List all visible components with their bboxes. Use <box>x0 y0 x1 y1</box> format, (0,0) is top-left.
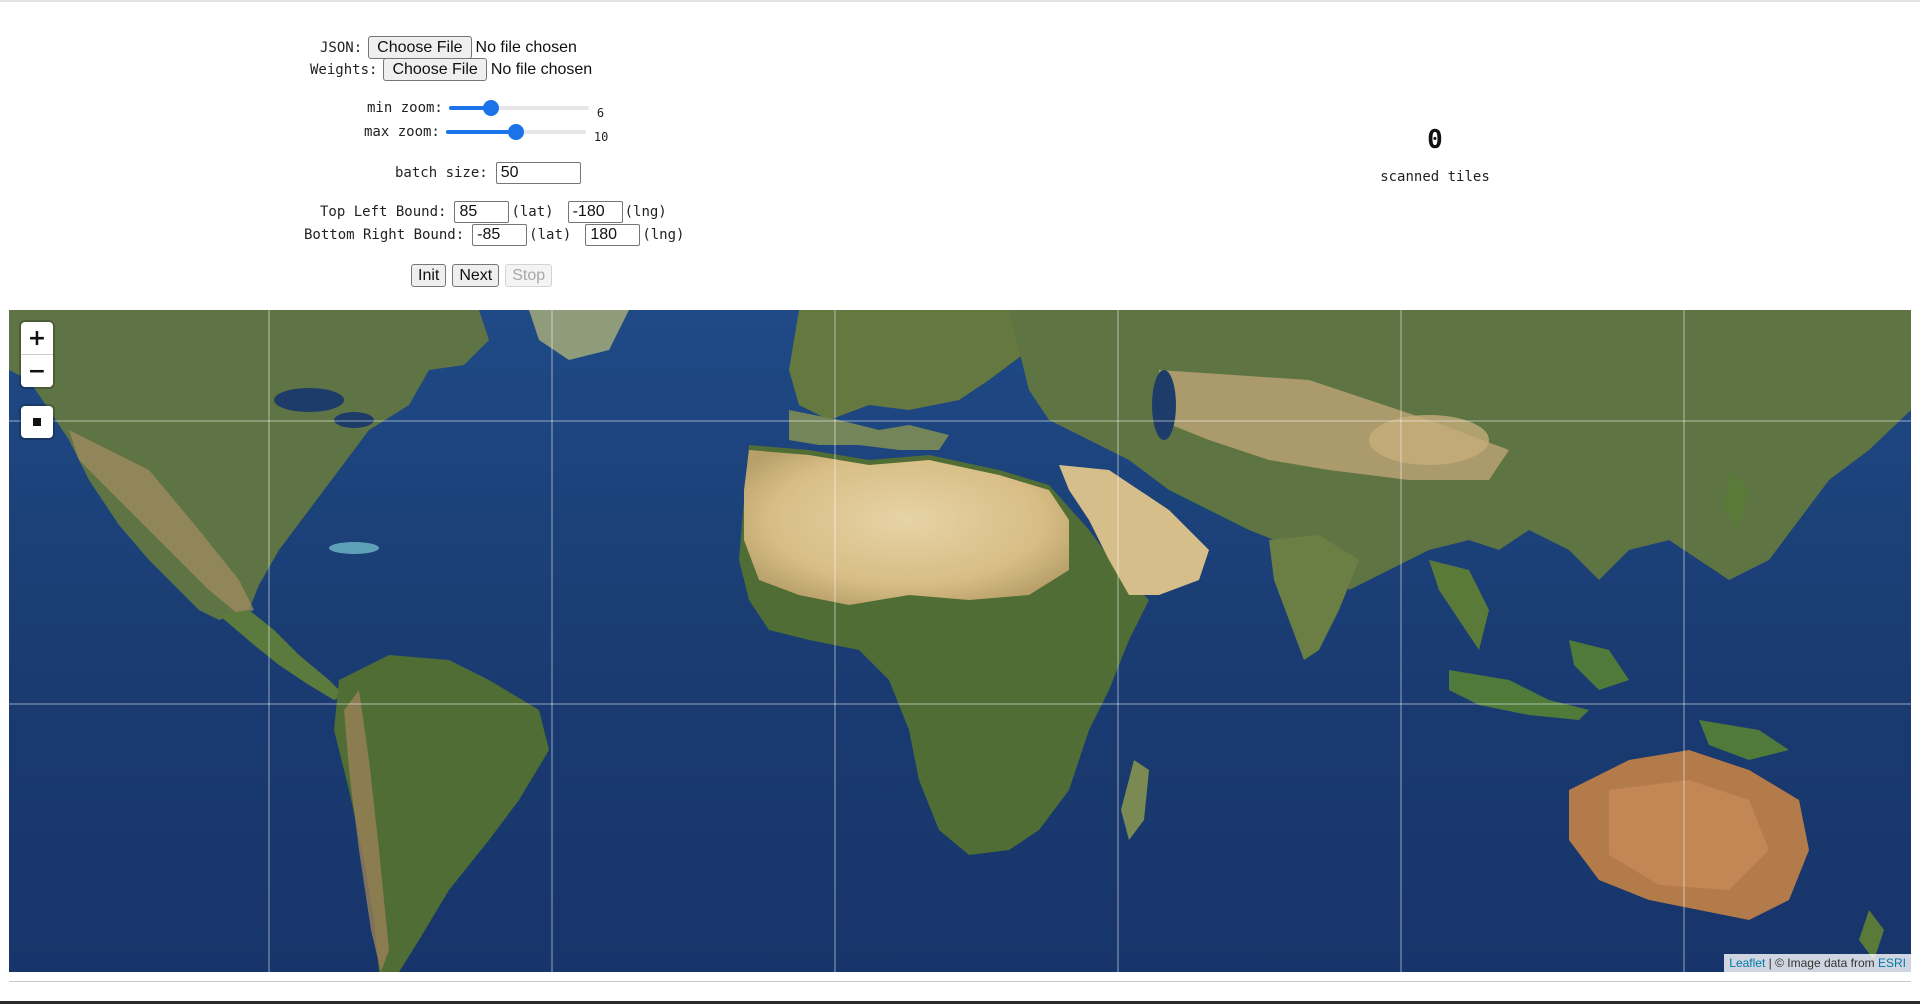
batch-size-input[interactable]: 50 <box>495 162 581 184</box>
json-file-status: No file chosen <box>475 38 577 56</box>
esri-link[interactable]: ESRI <box>1878 956 1906 970</box>
weights-label: Weights: <box>310 61 378 78</box>
action-buttons: Init Next Stop <box>411 264 558 287</box>
batch-size-row: batch size: 50 <box>395 162 581 184</box>
weights-file-status: No file chosen <box>490 60 593 78</box>
weights-choose-file-button[interactable]: Choose File <box>383 58 487 81</box>
zoom-out-icon[interactable]: − <box>21 354 53 387</box>
bottom-right-bound-row: Bottom Right Bound: -85 (lat) 180 (lng) <box>304 224 684 246</box>
min-zoom-row: min zoom: 6 <box>367 100 604 120</box>
bottom-right-lng-input[interactable]: 180 <box>585 224 641 246</box>
bottom-divider <box>9 981 1911 982</box>
max-zoom-slider[interactable] <box>445 124 586 140</box>
top-left-lat-suffix: (lat) <box>511 204 554 220</box>
weights-row: Weights: Choose File No file chosen <box>310 58 592 81</box>
scanned-tiles-label: scanned tiles <box>1380 169 1490 185</box>
bottom-right-lat-suffix: (lat) <box>529 227 572 243</box>
top-left-lat-input[interactable]: 85 <box>454 201 510 223</box>
bottom-right-lng-suffix: (lng) <box>642 227 685 243</box>
stop-button[interactable]: Stop <box>505 264 553 287</box>
max-zoom-label: max zoom: <box>364 124 440 140</box>
init-button[interactable]: Init <box>411 264 447 287</box>
max-zoom-row: max zoom: 10 <box>364 124 608 144</box>
leaflet-link[interactable]: Leaflet <box>1729 956 1765 970</box>
min-zoom-thumb[interactable] <box>482 100 499 116</box>
max-zoom-value: 10 <box>593 130 609 144</box>
max-zoom-fill <box>445 130 516 134</box>
json-label: JSON: <box>320 39 363 56</box>
zoom-in-icon[interactable]: + <box>21 322 53 354</box>
zoom-control: + − <box>21 322 53 387</box>
top-divider <box>0 0 1920 2</box>
top-left-bound-row: Top Left Bound: 85 (lat) -180 (lng) <box>320 201 667 223</box>
scanned-tiles-count: 0 <box>1427 125 1443 155</box>
min-zoom-slider[interactable] <box>448 100 589 116</box>
bottom-right-bound-label: Bottom Right Bound: <box>304 227 465 243</box>
top-left-bound-label: Top Left Bound: <box>320 204 447 220</box>
square-glyph <box>33 418 41 426</box>
min-zoom-value: 6 <box>596 106 605 120</box>
batch-size-label: batch size: <box>395 165 488 181</box>
next-button[interactable]: Next <box>452 264 500 287</box>
bottom-right-lat-input[interactable]: -85 <box>472 224 528 246</box>
min-zoom-label: min zoom: <box>367 100 443 116</box>
map-attribution: Leaflet | © Image data from ESRI <box>1724 954 1911 972</box>
satellite-imagery <box>9 310 1911 972</box>
world-map[interactable]: + − Leaflet | © Image data from ESRI <box>9 310 1911 972</box>
square-draw-icon[interactable] <box>21 406 53 438</box>
scanned-tiles-counter: 0 scanned tiles <box>1380 125 1490 185</box>
json-choose-file-button[interactable]: Choose File <box>368 36 472 59</box>
top-left-lng-suffix: (lng) <box>624 204 667 220</box>
top-left-lng-input[interactable]: -180 <box>567 201 623 223</box>
json-row: JSON: Choose File No file chosen <box>320 36 577 59</box>
attribution-text: | © Image data from <box>1765 956 1878 970</box>
max-zoom-thumb[interactable] <box>507 124 524 140</box>
